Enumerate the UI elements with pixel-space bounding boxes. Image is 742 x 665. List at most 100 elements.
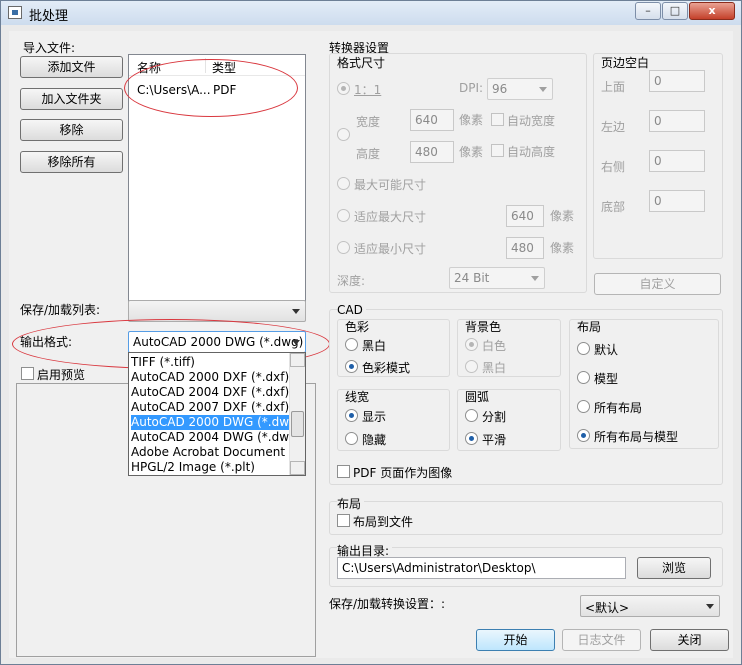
ratio-radio[interactable]: [337, 82, 350, 95]
layout-to-file-checkbox[interactable]: [337, 514, 350, 527]
remove-all-button[interactable]: 移除所有: [20, 151, 123, 173]
save-settings-select[interactable]: <默认>: [580, 595, 720, 617]
background-black-radio[interactable]: [465, 360, 478, 373]
save-list-select[interactable]: [128, 300, 306, 322]
table-row[interactable]: C:\Users\A... PDF: [129, 81, 305, 99]
all-layouts-label: 所有布局: [594, 401, 643, 415]
layout-default-radio[interactable]: [577, 342, 590, 355]
import-files-label: 导入文件:: [23, 41, 76, 55]
column-header-type[interactable]: 类型: [212, 59, 236, 76]
preview-label: 启用预览: [37, 368, 86, 382]
chevron-down-icon: [539, 87, 547, 92]
dropdown-option[interactable]: Adobe Acrobat Document (*.p: [131, 445, 289, 460]
width-label: 宽度: [356, 115, 381, 129]
browse-button[interactable]: 浏览: [637, 557, 711, 579]
margin-right-label: 右侧: [601, 160, 626, 174]
color-mode-label: 色彩模式: [362, 361, 411, 375]
depth-label: 深度:: [337, 274, 366, 288]
dropdown-option[interactable]: AutoCAD 2007 DXF (*.dxf): [131, 400, 289, 415]
auto-height-checkbox[interactable]: [491, 144, 504, 157]
depth-select[interactable]: 24 Bit: [449, 267, 545, 289]
row-name-cell: C:\Users\A...: [137, 83, 211, 97]
file-list[interactable]: 名称 类型 C:\Users\A... PDF: [128, 54, 306, 314]
arc-title: 圆弧: [465, 390, 490, 404]
auto-width-label: 自动宽度: [507, 114, 556, 128]
fit-max-input[interactable]: 640: [506, 205, 544, 227]
remove-button[interactable]: 移除: [20, 119, 123, 141]
dpi-select[interactable]: 96: [487, 78, 553, 100]
max-possible-label: 最大可能尺寸: [354, 178, 427, 192]
fit-min-radio[interactable]: [337, 241, 350, 254]
chevron-down-icon: [706, 604, 714, 609]
background-white-label: 白色: [482, 339, 507, 353]
auto-width-checkbox[interactable]: [491, 113, 504, 126]
output-dir-input[interactable]: C:\Users\Administrator\Desktop\: [337, 557, 626, 579]
all-layouts-radio[interactable]: [577, 400, 590, 413]
scrollbar-thumb[interactable]: [291, 411, 304, 437]
custom-margins-button[interactable]: 自定义: [594, 273, 721, 295]
height-input[interactable]: 480: [410, 141, 454, 163]
row-type-cell: PDF: [213, 83, 237, 97]
max-possible-radio[interactable]: [337, 177, 350, 190]
height-label: 高度: [356, 147, 381, 161]
color-mode-radio[interactable]: [345, 360, 358, 373]
width-unit: 像素: [459, 113, 484, 127]
header-divider: [129, 75, 305, 76]
output-format-select[interactable]: AutoCAD 2000 DWG (*.dwg): [128, 331, 306, 353]
black-white-radio[interactable]: [345, 338, 358, 351]
dropdown-scrollbar[interactable]: [289, 353, 305, 475]
fit-max-unit: 像素: [550, 209, 575, 223]
arc-split-radio[interactable]: [465, 409, 478, 422]
fit-min-input[interactable]: 480: [506, 237, 544, 259]
maximize-button[interactable]: □: [662, 2, 688, 20]
dpi-label: DPI:: [459, 81, 484, 95]
lineweight-show-radio[interactable]: [345, 409, 358, 422]
fit-min-unit: 像素: [550, 241, 575, 255]
scroll-up-icon[interactable]: [290, 353, 305, 367]
ratio-label: 1：1: [354, 83, 382, 97]
add-file-button[interactable]: 添加文件: [20, 56, 123, 78]
chevron-down-icon: [292, 309, 300, 314]
margin-bottom-input[interactable]: 0: [649, 190, 705, 212]
pdf-as-image-label: PDF 页面作为图像: [353, 466, 453, 480]
width-input[interactable]: 640: [410, 109, 454, 131]
margin-left-label: 左边: [601, 120, 626, 134]
column-header-name[interactable]: 名称: [137, 59, 161, 76]
custom-size-radio[interactable]: [337, 128, 350, 141]
margin-right-input[interactable]: 0: [649, 150, 705, 172]
arc-smooth-radio[interactable]: [465, 432, 478, 445]
window-title: 批处理: [29, 9, 69, 24]
layout-model-label: 模型: [594, 372, 619, 386]
save-list-label: 保存/加载列表:: [20, 303, 101, 317]
layout-model-radio[interactable]: [577, 371, 590, 384]
background-white-radio[interactable]: [465, 338, 478, 351]
start-button[interactable]: 开始: [476, 629, 555, 651]
close-button[interactable]: 关闭: [650, 629, 729, 651]
dropdown-option[interactable]: AutoCAD 2004 DXF (*.dxf): [131, 385, 289, 400]
lineweight-title: 线宽: [345, 390, 370, 404]
add-folder-button[interactable]: 加入文件夹: [20, 88, 123, 110]
all-layouts-model-radio[interactable]: [577, 429, 590, 442]
output-format-value: AutoCAD 2000 DWG (*.dwg): [133, 335, 304, 349]
dropdown-option[interactable]: TIFF (*.tiff): [131, 355, 289, 370]
output-format-label: 输出格式:: [20, 335, 73, 349]
dropdown-option-selected[interactable]: AutoCAD 2000 DWG (*.dwg): [131, 415, 301, 430]
lineweight-hide-radio[interactable]: [345, 432, 358, 445]
pdf-as-image-checkbox[interactable]: [337, 465, 350, 478]
dropdown-option[interactable]: HPGL/2 Image (*.plt): [131, 460, 289, 475]
margin-top-input[interactable]: 0: [649, 70, 705, 92]
background-title: 背景色: [465, 320, 502, 334]
scroll-down-icon[interactable]: [290, 461, 305, 475]
margin-left-input[interactable]: 0: [649, 110, 705, 132]
log-file-button[interactable]: 日志文件: [562, 629, 641, 651]
close-window-button[interactable]: x: [689, 2, 735, 20]
layout-to-file-label: 布局到文件: [353, 515, 414, 529]
preview-checkbox[interactable]: [21, 367, 34, 380]
dropdown-option[interactable]: AutoCAD 2000 DXF (*.dxf): [131, 370, 289, 385]
depth-value: 24 Bit: [454, 271, 490, 285]
fit-max-radio[interactable]: [337, 209, 350, 222]
output-format-dropdown[interactable]: TIFF (*.tiff) AutoCAD 2000 DXF (*.dxf) A…: [128, 352, 306, 476]
minimize-button[interactable]: –: [635, 2, 661, 20]
dropdown-option[interactable]: AutoCAD 2004 DWG (*.dwg): [131, 430, 301, 445]
title-bar[interactable]: 批处理 – □ x: [1, 1, 741, 25]
